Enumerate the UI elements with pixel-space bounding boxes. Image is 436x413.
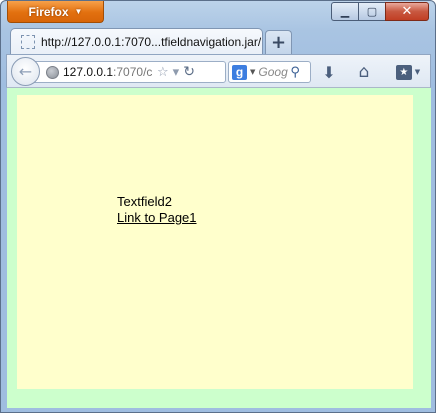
download-arrow-icon: ⬇ [322, 62, 336, 82]
bookmark-star-icon[interactable]: ☆ [157, 65, 169, 80]
browser-window: Firefox ▼ ▁ ▢ ✕ http://127.0.0.1:7070...… [0, 0, 436, 413]
minimize-icon: ▁ [340, 5, 350, 18]
maximize-button[interactable]: ▢ [358, 2, 385, 21]
bookmarks-icon: ★ [395, 64, 412, 80]
textfield-label: Textfield2 [117, 194, 172, 209]
url-path: :7070/cl [113, 65, 153, 79]
tab-active[interactable]: http://127.0.0.1:7070...tfieldnavigation… [10, 28, 263, 55]
bookmarks-button[interactable]: ★ ▼ [390, 62, 426, 82]
search-bar[interactable]: g ▼ Goog ⚲ [228, 61, 311, 83]
chevron-down-icon: ▼ [414, 68, 421, 76]
url-host: 127.0.0.1 [63, 65, 114, 79]
link-to-page1[interactable]: Link to Page1 [117, 210, 197, 225]
search-engine-dropdown-icon[interactable]: ▼ [250, 68, 255, 76]
globe-icon [46, 65, 59, 79]
url-bar[interactable]: 127.0.0.1:7070/cl ☆ ▾ ↻ [31, 61, 226, 83]
search-icon[interactable]: ⚲ [290, 65, 300, 80]
firefox-menu-button[interactable]: Firefox ▼ [7, 1, 104, 23]
search-input[interactable]: Goog [258, 65, 288, 79]
page-content: Textfield2 Link to Page1 [7, 88, 431, 408]
history-dropdown-icon[interactable]: ▾ [173, 65, 180, 80]
close-icon: ✕ [401, 4, 413, 19]
tab-title: http://127.0.0.1:7070...tfieldnavigation… [41, 35, 262, 49]
page-favicon-icon [21, 35, 35, 49]
plus-icon: + [270, 32, 287, 53]
google-icon[interactable]: g [232, 64, 247, 80]
firefox-menu-label: Firefox [28, 4, 69, 19]
reload-icon[interactable]: ↻ [183, 64, 195, 80]
url-text[interactable]: 127.0.0.1:7070/cl [63, 65, 153, 79]
back-button[interactable]: ← [11, 57, 40, 86]
window-controls: ▁ ▢ ✕ [331, 2, 429, 21]
minimize-button[interactable]: ▁ [331, 2, 358, 21]
home-icon: ⌂ [358, 62, 370, 82]
maximize-icon: ▢ [366, 5, 378, 18]
navigation-toolbar: ← 127.0.0.1:7070/cl ☆ ▾ ↻ g ▼ Goog ⚲ ⬇ ⌂… [6, 54, 431, 88]
back-arrow-icon: ← [18, 62, 33, 81]
new-tab-button[interactable]: + [265, 30, 292, 54]
content-panel: Textfield2 Link to Page1 [17, 95, 413, 389]
chevron-down-icon: ▼ [74, 7, 83, 16]
downloads-button[interactable]: ⬇ [318, 62, 340, 82]
close-button[interactable]: ✕ [385, 2, 429, 21]
home-button[interactable]: ⌂ [353, 62, 375, 82]
